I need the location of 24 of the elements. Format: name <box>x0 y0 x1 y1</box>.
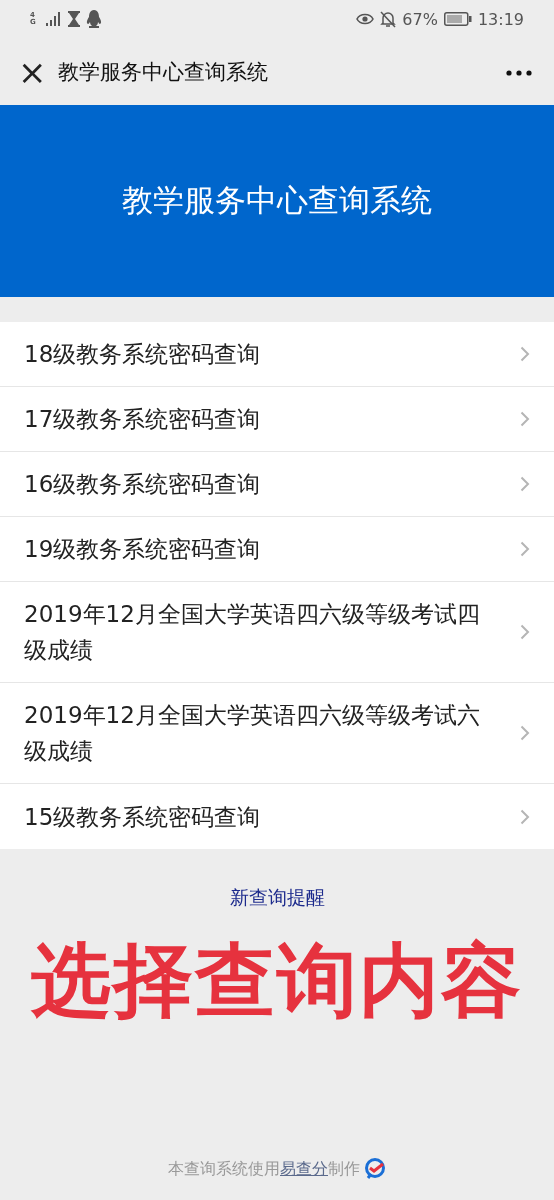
battery-icon <box>443 12 472 26</box>
chevron-icon <box>520 725 530 741</box>
provider-link[interactable]: 易查分 <box>280 1158 328 1178</box>
overlay-caption: 选择查询内容 <box>31 933 523 1029</box>
check-bubble-icon <box>364 1158 386 1180</box>
hourglass-icon <box>68 11 80 27</box>
clock: 13:19 <box>477 9 524 29</box>
more-icon <box>506 70 532 76</box>
signal-icon <box>46 11 62 27</box>
battery-percent: 67% <box>402 9 438 29</box>
close-button[interactable]: × <box>18 56 42 87</box>
eye-icon <box>356 13 375 25</box>
page-title: 教学服务中心查询系统 <box>58 58 268 86</box>
reminder-link[interactable]: 新查询提醒 <box>229 885 325 911</box>
chevron-icon <box>520 346 530 362</box>
banner-title: 教学服务中心查询系统 <box>122 181 432 220</box>
penguin-icon <box>86 10 102 28</box>
chevron-icon <box>520 411 530 427</box>
chevron-icon <box>520 476 530 492</box>
chevron-icon <box>520 808 530 825</box>
chevron-icon <box>520 624 530 640</box>
footer-text: 本查询系统使用易查分制作 <box>168 1158 360 1180</box>
chevron-icon <box>520 541 530 557</box>
muted-bell-icon <box>380 10 397 28</box>
